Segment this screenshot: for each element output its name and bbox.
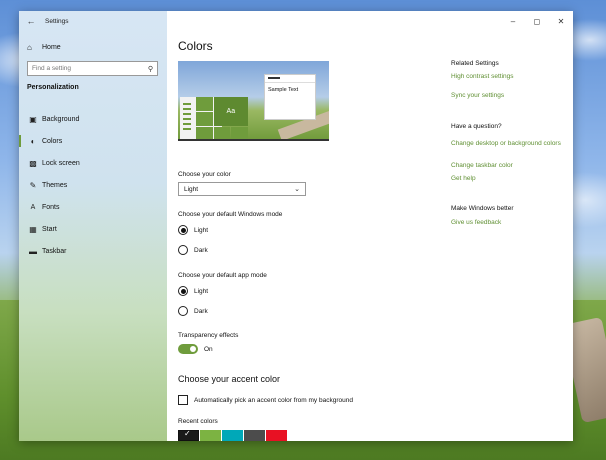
windows-mode-label: Choose your default Windows mode <box>178 211 283 218</box>
windows-mode-dark-radio[interactable]: Dark <box>178 245 208 255</box>
sidebar-item-label: Lock screen <box>42 159 80 167</box>
titlebar: ← Settings <box>19 11 167 31</box>
sidebar-item-taskbar[interactable]: ▬ Taskbar <box>19 240 167 262</box>
preview-taskbar <box>178 139 329 141</box>
section-heading: Personalization <box>27 84 79 91</box>
chevron-down-icon: ⌄ <box>294 186 300 193</box>
sidebar-item-start[interactable]: ▦ Start <box>19 218 167 240</box>
preview-window: Sample Text <box>264 74 316 120</box>
sidebar-item-lock-screen[interactable]: ▩ Lock screen <box>19 152 167 174</box>
recent-colors: ✓ <box>178 429 288 441</box>
checkbox-box[interactable] <box>178 395 188 405</box>
search-box[interactable]: ⚲ <box>27 61 158 76</box>
radio-indicator <box>178 306 188 316</box>
home-nav-item[interactable]: ⌂ Home <box>19 39 167 55</box>
sidebar-nav: ▣ Background ◐ Colors ▩ Lock screen ✎ Th… <box>19 108 167 262</box>
color-swatch[interactable] <box>244 430 265 441</box>
color-swatch[interactable] <box>222 430 243 441</box>
color-swatch[interactable]: ✓ <box>178 429 199 441</box>
dropdown-value: Light <box>184 185 199 193</box>
change-taskbar-color-link[interactable]: Change taskbar color <box>451 161 563 171</box>
transparency-label: Transparency effects <box>178 332 239 339</box>
checkbox-label: Automatically pick an accent color from … <box>194 396 353 404</box>
toggle-state: On <box>204 345 213 353</box>
radio-indicator <box>178 225 188 235</box>
sidebar-item-label: Background <box>42 115 80 123</box>
color-swatch[interactable] <box>266 430 287 441</box>
choose-color-label: Choose your color <box>178 171 231 178</box>
checkmark-icon: ✓ <box>184 429 191 438</box>
sidebar: ← Settings ⌂ Home ⚲ Personalization ▣ Ba… <box>19 11 167 441</box>
sidebar-item-label: Start <box>42 225 57 233</box>
give-feedback-link[interactable]: Give us feedback <box>451 218 563 228</box>
related-panel: Related Settings High contrast settings … <box>451 11 569 441</box>
home-label: Home <box>42 43 61 51</box>
recent-colors-label: Recent colors <box>178 418 218 425</box>
radio-label: Light <box>194 226 209 234</box>
page-title: Colors <box>178 39 213 53</box>
sidebar-item-background[interactable]: ▣ Background <box>19 108 167 130</box>
back-arrow-icon: ← <box>26 16 36 26</box>
app-title: Settings <box>45 17 69 25</box>
sidebar-item-label: Themes <box>42 181 68 189</box>
windows-mode-light-radio[interactable]: Light <box>178 225 208 235</box>
sync-settings-link[interactable]: Sync your settings <box>451 91 563 101</box>
app-mode-label: Choose your default app mode <box>178 272 267 279</box>
color-preview: Aa Sample Text <box>178 61 329 141</box>
app-mode-light-radio[interactable]: Light <box>178 286 208 296</box>
sidebar-item-label: Colors <box>42 137 63 145</box>
radio-label: Light <box>194 287 209 295</box>
settings-window: ← Settings ⌂ Home ⚲ Personalization ▣ Ba… <box>19 11 573 441</box>
main-content: Colors Aa Sample Text Choose your color … <box>177 11 437 441</box>
lock-screen-icon: ▩ <box>29 158 37 168</box>
question-heading: Have a question? <box>451 123 502 130</box>
make-windows-better-heading: Make Windows better <box>451 205 514 212</box>
radio-label: Dark <box>194 307 208 315</box>
home-icon: ⌂ <box>27 42 32 52</box>
preview-sample-text: Sample Text <box>268 87 299 93</box>
radio-indicator <box>178 286 188 296</box>
palette-icon: ◐ <box>30 136 36 146</box>
change-background-colors-link[interactable]: Change desktop or background colors <box>451 139 563 149</box>
radio-label: Dark <box>194 246 208 254</box>
color-swatch[interactable] <box>200 430 221 441</box>
brush-icon: ✎ <box>29 180 37 190</box>
get-help-link[interactable]: Get help <box>451 174 563 184</box>
radio-indicator <box>178 245 188 255</box>
preview-tiles: Aa <box>196 97 248 141</box>
image-icon: ▣ <box>29 114 37 124</box>
font-icon: A <box>30 203 36 211</box>
start-icon: ▦ <box>29 224 37 234</box>
auto-accent-checkbox[interactable]: Automatically pick an accent color from … <box>178 395 353 405</box>
sidebar-item-label: Fonts <box>42 203 60 211</box>
sidebar-item-themes[interactable]: ✎ Themes <box>19 174 167 196</box>
preview-tile-text: Aa <box>213 97 248 126</box>
toggle-switch[interactable] <box>178 344 198 354</box>
taskbar-icon: ▬ <box>29 246 37 256</box>
sidebar-item-colors[interactable]: ◐ Colors <box>19 130 167 152</box>
choose-color-dropdown[interactable]: Light ⌄ <box>178 182 306 196</box>
related-settings-heading: Related Settings <box>451 60 499 67</box>
high-contrast-link[interactable]: High contrast settings <box>451 72 563 82</box>
accent-section-title: Choose your accent color <box>178 374 281 384</box>
sidebar-item-fonts[interactable]: A Fonts <box>19 196 167 218</box>
search-input[interactable] <box>32 65 132 72</box>
back-button[interactable]: ← <box>21 11 41 31</box>
transparency-toggle[interactable]: On <box>178 344 213 354</box>
app-mode-dark-radio[interactable]: Dark <box>178 306 208 316</box>
sidebar-item-label: Taskbar <box>42 247 67 255</box>
search-icon[interactable]: ⚲ <box>148 65 153 73</box>
